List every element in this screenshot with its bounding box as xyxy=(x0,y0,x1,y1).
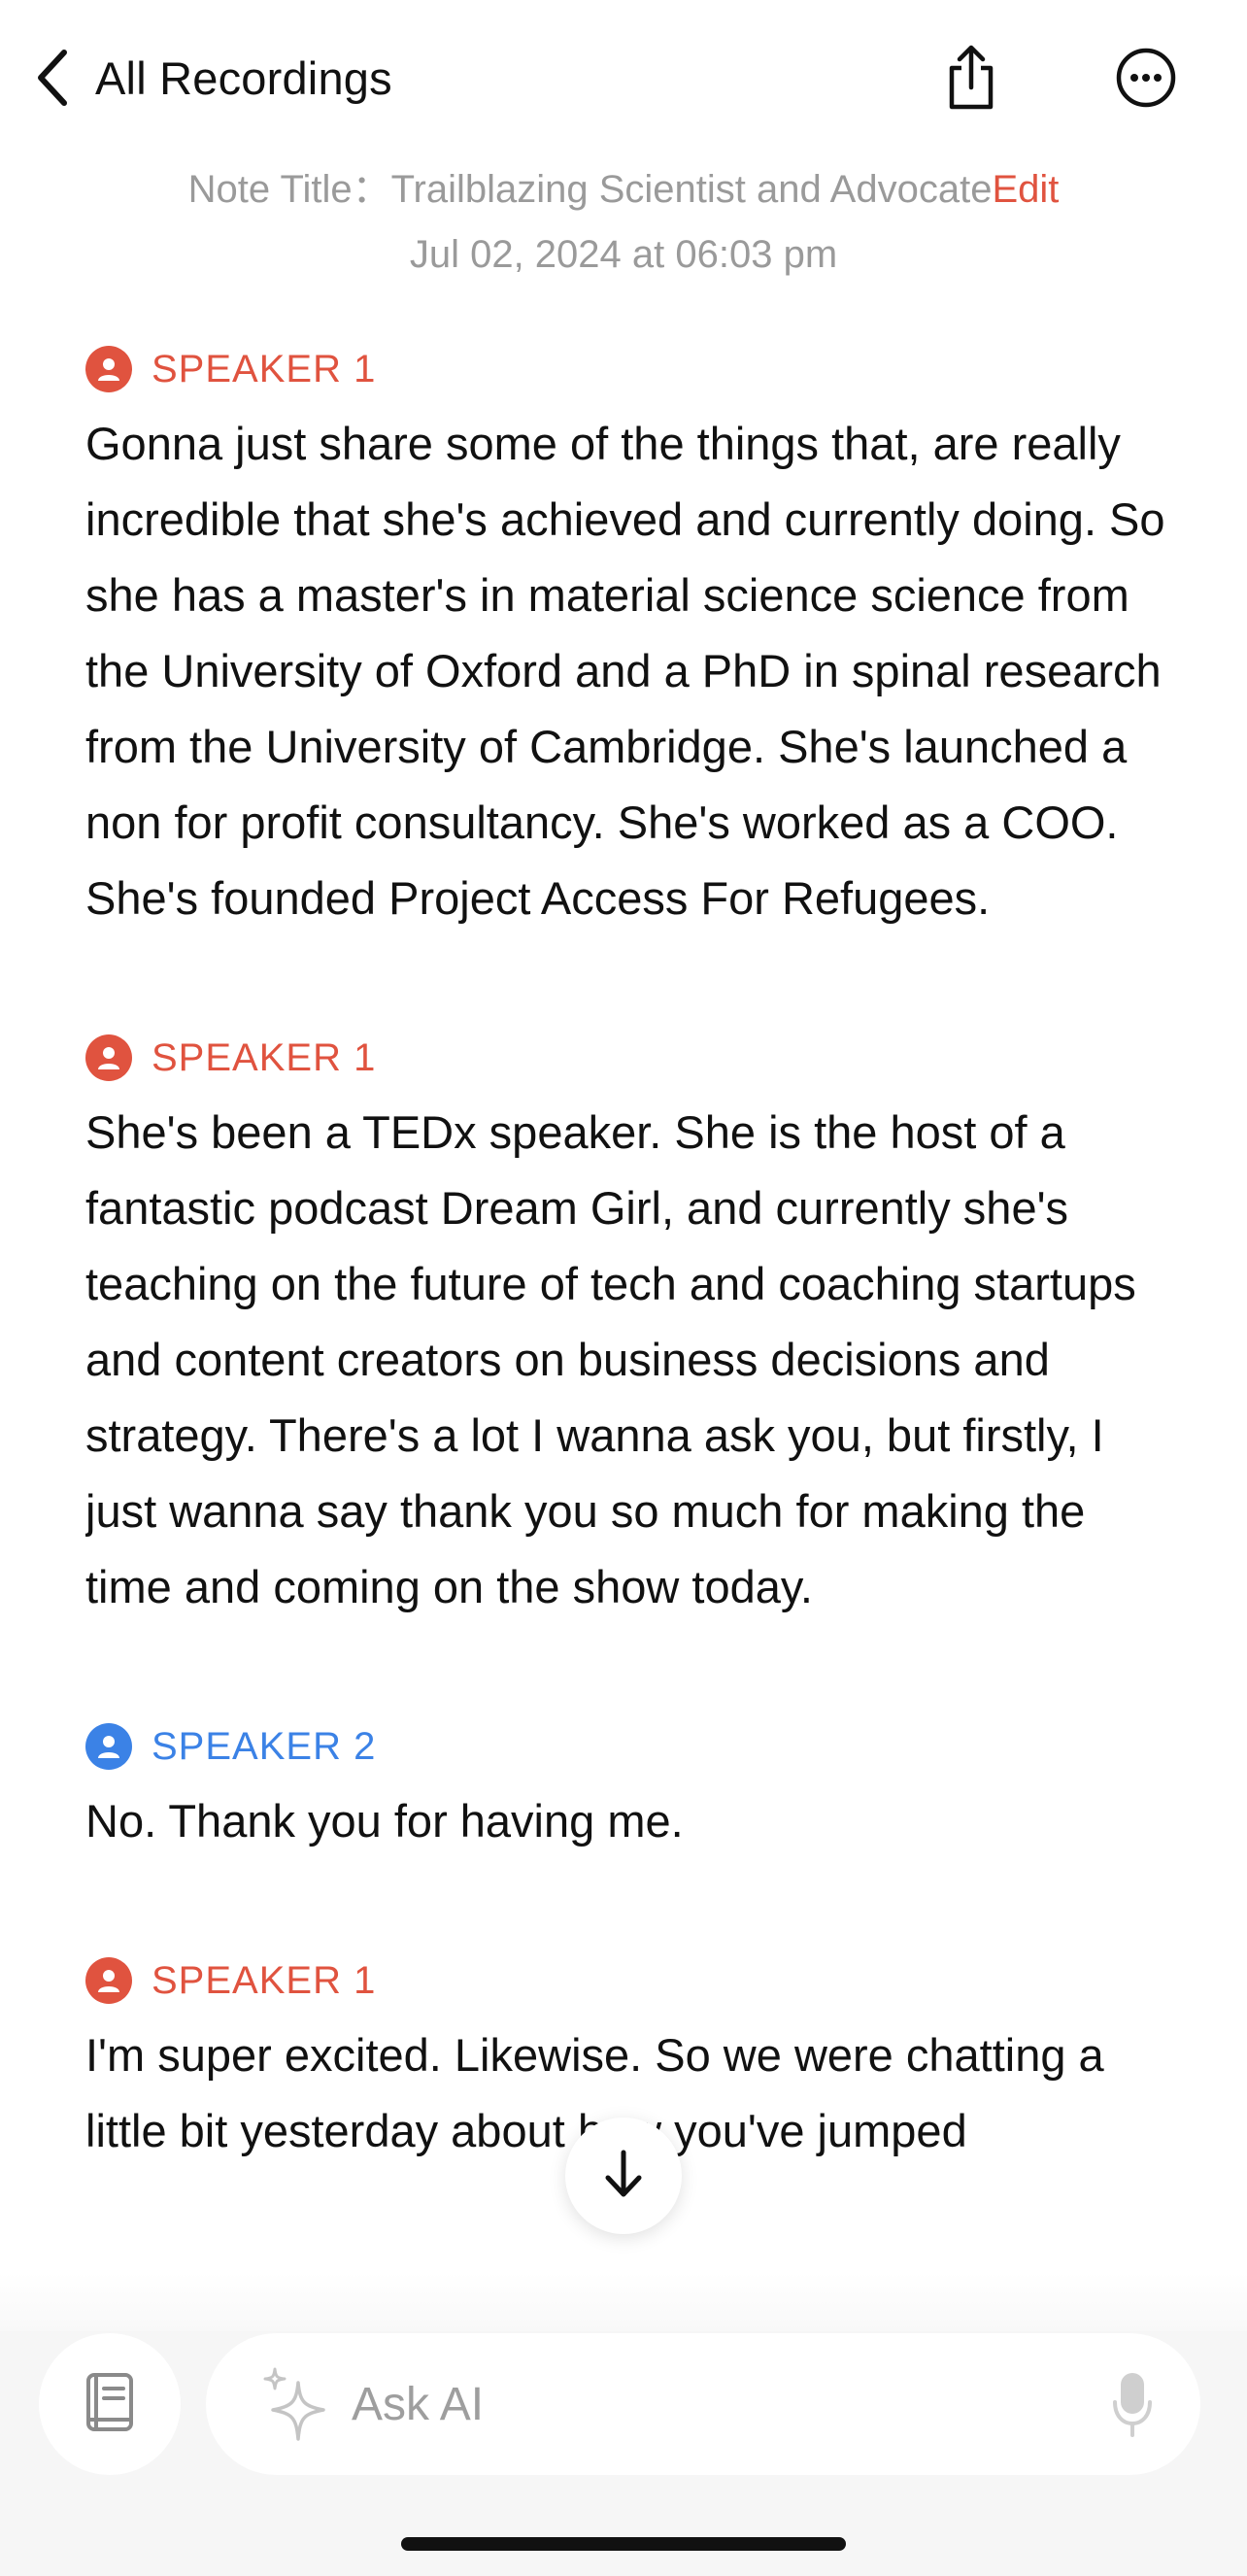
speaker-name: SPEAKER 1 xyxy=(152,1035,377,1079)
segment-text: Gonna just share some of the things that… xyxy=(85,418,1165,924)
note-title: Trailblazing Scientist and Advocate xyxy=(390,168,993,211)
person-icon xyxy=(85,1034,132,1081)
speaker-label[interactable]: SPEAKER 1 xyxy=(85,1951,1173,2010)
ask-ai-bar[interactable] xyxy=(206,2333,1200,2475)
segment-text: She's been a TEDx speaker. She is the ho… xyxy=(85,1106,1136,1612)
arrow-down-icon xyxy=(602,2149,645,2204)
share-button[interactable] xyxy=(938,43,1004,117)
speaker-label[interactable]: SPEAKER 1 xyxy=(85,340,1173,398)
person-icon xyxy=(85,1957,132,2004)
more-icon xyxy=(1115,47,1177,114)
book-icon xyxy=(83,2371,137,2438)
scroll-to-bottom-button[interactable] xyxy=(565,2118,682,2234)
chevron-left-icon xyxy=(33,47,72,109)
transcript-segment: SPEAKER 1 She's been a TEDx speaker. She… xyxy=(85,1029,1173,1625)
back-label: All Recordings xyxy=(95,51,392,104)
home-indicator xyxy=(401,2537,846,2551)
note-meta: Note Title：Trailblazing Scientist and Ad… xyxy=(0,157,1247,277)
speaker-name: SPEAKER 1 xyxy=(152,1958,377,2002)
speaker-name: SPEAKER 2 xyxy=(152,1724,377,1768)
note-date: Jul 02, 2024 at 06:03 pm xyxy=(409,233,838,276)
speaker-label[interactable]: SPEAKER 1 xyxy=(85,1029,1173,1087)
person-icon xyxy=(85,346,132,392)
back-button[interactable]: All Recordings xyxy=(33,43,392,113)
note-title-line: Note Title：Trailblazing Scientist and Ad… xyxy=(0,157,1247,214)
transcript: SPEAKER 1 Gonna just share some of the t… xyxy=(85,340,1173,2302)
edit-title-button[interactable]: Edit xyxy=(992,168,1059,211)
note-title-prefix: Note Title： xyxy=(187,168,391,211)
speaker-label[interactable]: SPEAKER 2 xyxy=(85,1717,1173,1776)
ask-ai-input[interactable] xyxy=(352,2377,1051,2431)
speaker-name: SPEAKER 1 xyxy=(152,347,377,390)
sparkle-icon xyxy=(253,2360,340,2448)
top-bar: All Recordings xyxy=(0,0,1247,155)
more-button[interactable] xyxy=(1115,47,1177,114)
transcript-segment: SPEAKER 1 Gonna just share some of the t… xyxy=(85,340,1173,936)
transcript-segment: SPEAKER 2 No. Thank you for having me. xyxy=(85,1717,1173,1859)
segment-text: No. Thank you for having me. xyxy=(85,1795,684,1847)
person-icon xyxy=(85,1723,132,1770)
share-icon xyxy=(942,43,1000,118)
notes-book-button[interactable] xyxy=(39,2333,181,2475)
microphone-icon[interactable] xyxy=(1103,2368,1162,2442)
